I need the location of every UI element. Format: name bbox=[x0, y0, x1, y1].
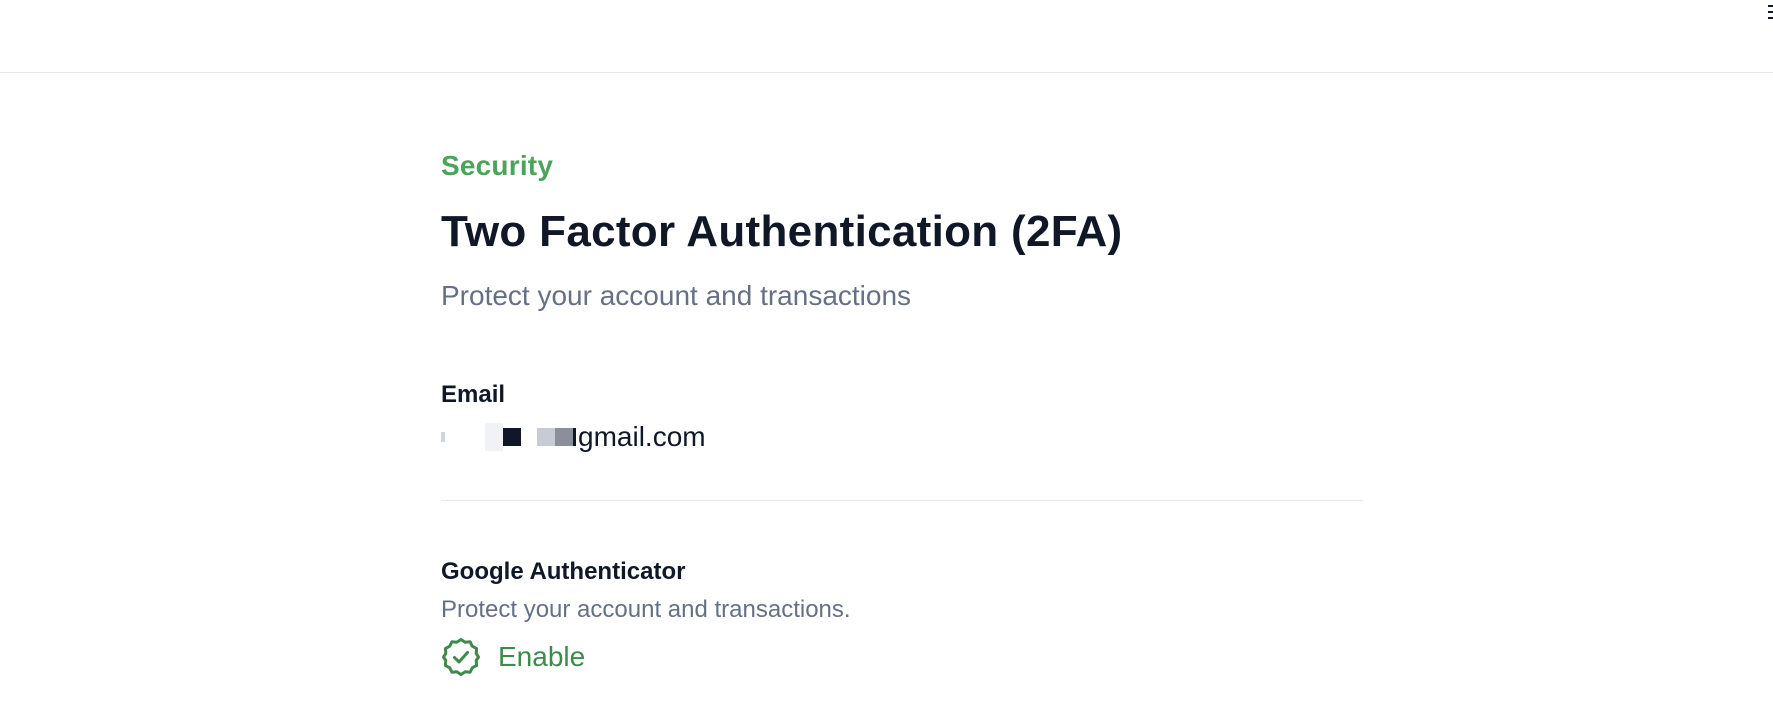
email-label: Email bbox=[441, 381, 506, 408]
check-badge-icon bbox=[441, 637, 481, 677]
google-authenticator-section: Google Authenticator Protect your accoun… bbox=[441, 557, 1363, 677]
google-authenticator-status[interactable]: Enable bbox=[441, 637, 1363, 677]
page-title: Two Factor Authentication (2FA) bbox=[441, 207, 1123, 256]
section-label: Security bbox=[441, 150, 554, 181]
google-authenticator-title: Google Authenticator bbox=[441, 558, 686, 585]
email-section: Email gmail.com bbox=[441, 380, 1363, 501]
email-redaction bbox=[441, 423, 576, 451]
security-settings: Security Two Factor Authentication (2FA)… bbox=[441, 140, 1363, 677]
page-subtitle: Protect your account and transactions bbox=[441, 280, 912, 311]
menu-icon[interactable] bbox=[1765, 2, 1773, 22]
email-domain-text: gmail.com bbox=[578, 421, 706, 452]
top-bar bbox=[0, 0, 1773, 73]
enable-status-text: Enable bbox=[498, 641, 586, 672]
email-value: gmail.com bbox=[441, 420, 1363, 454]
google-authenticator-description: Protect your account and transactions. bbox=[441, 596, 851, 623]
